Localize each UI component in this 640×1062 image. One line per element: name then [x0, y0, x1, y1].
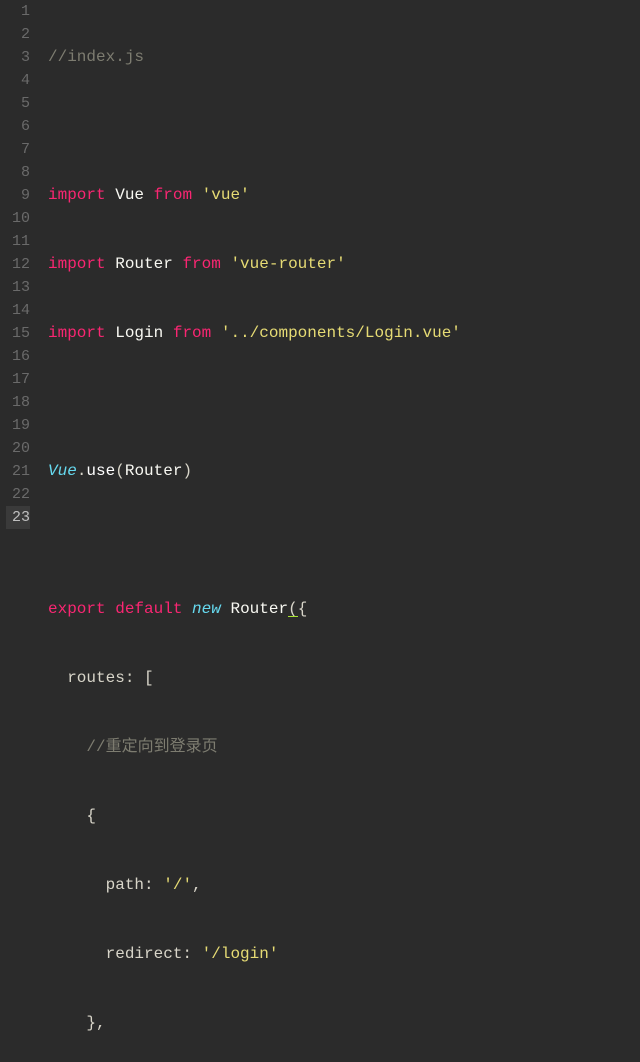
line-number[interactable]: 10 — [6, 207, 30, 230]
string-literal: 'vue' — [202, 186, 250, 204]
keyword-import: import — [48, 186, 106, 204]
line-number[interactable]: 5 — [6, 92, 30, 115]
paren-matched: ( — [288, 600, 298, 618]
code-line — [48, 115, 640, 138]
comment: //index.js — [48, 48, 144, 66]
class-name: Router — [230, 600, 288, 618]
brace: }, — [86, 1014, 105, 1032]
code-line: import Login from '../components/Login.v… — [48, 322, 640, 345]
line-number[interactable]: 9 — [6, 184, 30, 207]
line-number[interactable]: 17 — [6, 368, 30, 391]
class-name: Vue — [48, 462, 77, 480]
keyword-from: from — [173, 324, 211, 342]
paren: ) — [182, 462, 192, 480]
colon: : — [182, 945, 192, 963]
line-number[interactable]: 1 — [6, 0, 30, 23]
identifier: Vue — [115, 186, 144, 204]
keyword-import: import — [48, 255, 106, 273]
line-number[interactable]: 11 — [6, 230, 30, 253]
brace: { — [298, 600, 308, 618]
code-line: import Vue from 'vue' — [48, 184, 640, 207]
code-editor[interactable]: //index.js import Vue from 'vue' import … — [40, 0, 640, 531]
line-number[interactable]: 18 — [6, 391, 30, 414]
line-number[interactable]: 3 — [6, 46, 30, 69]
line-number[interactable]: 20 — [6, 437, 30, 460]
method-name: use — [86, 462, 115, 480]
colon: : — [144, 876, 154, 894]
paren: ( — [115, 462, 125, 480]
string-literal: '../components/Login.vue' — [221, 324, 461, 342]
line-number[interactable]: 21 — [6, 460, 30, 483]
line-number[interactable]: 16 — [6, 345, 30, 368]
line-number[interactable]: 2 — [6, 23, 30, 46]
code-line: { — [48, 805, 640, 828]
line-number[interactable]: 14 — [6, 299, 30, 322]
keyword-import: import — [48, 324, 106, 342]
string-literal: 'vue-router' — [230, 255, 345, 273]
comma: , — [192, 876, 202, 894]
line-number[interactable]: 13 — [6, 276, 30, 299]
line-number[interactable]: 23 — [6, 506, 30, 529]
keyword-export: export — [48, 600, 106, 618]
code-line: export default new Router({ — [48, 598, 640, 621]
keyword-default: default — [115, 600, 182, 618]
identifier: Router — [125, 462, 183, 480]
code-line — [48, 391, 640, 414]
string-literal: '/login' — [202, 945, 279, 963]
property: routes — [67, 669, 125, 687]
line-number[interactable]: 8 — [6, 161, 30, 184]
code-line: }, — [48, 1012, 640, 1035]
string-literal: '/' — [163, 876, 192, 894]
line-number[interactable]: 6 — [6, 115, 30, 138]
code-line: import Router from 'vue-router' — [48, 253, 640, 276]
code-line: Vue.use(Router) — [48, 460, 640, 483]
code-line — [48, 529, 640, 552]
line-number[interactable]: 19 — [6, 414, 30, 437]
brace: { — [86, 807, 96, 825]
keyword-new: new — [192, 600, 221, 618]
punct: . — [77, 462, 87, 480]
line-number-gutter: 1234567891011121314151617181920212223 — [0, 0, 40, 531]
comment: //重定向到登录页 — [86, 738, 217, 756]
line-number[interactable]: 22 — [6, 483, 30, 506]
code-line: path: '/', — [48, 874, 640, 897]
keyword-from: from — [154, 186, 192, 204]
identifier: Login — [115, 324, 163, 342]
code-line: //index.js — [48, 46, 640, 69]
code-line: //重定向到登录页 — [48, 736, 640, 759]
property: redirect — [106, 945, 183, 963]
line-number[interactable]: 12 — [6, 253, 30, 276]
line-number[interactable]: 15 — [6, 322, 30, 345]
code-line: routes: [ — [48, 667, 640, 690]
line-number[interactable]: 4 — [6, 69, 30, 92]
identifier: Router — [115, 255, 173, 273]
code-line: redirect: '/login' — [48, 943, 640, 966]
bracket: [ — [144, 669, 154, 687]
colon: : — [125, 669, 135, 687]
line-number[interactable]: 7 — [6, 138, 30, 161]
property: path — [106, 876, 144, 894]
keyword-from: from — [182, 255, 220, 273]
